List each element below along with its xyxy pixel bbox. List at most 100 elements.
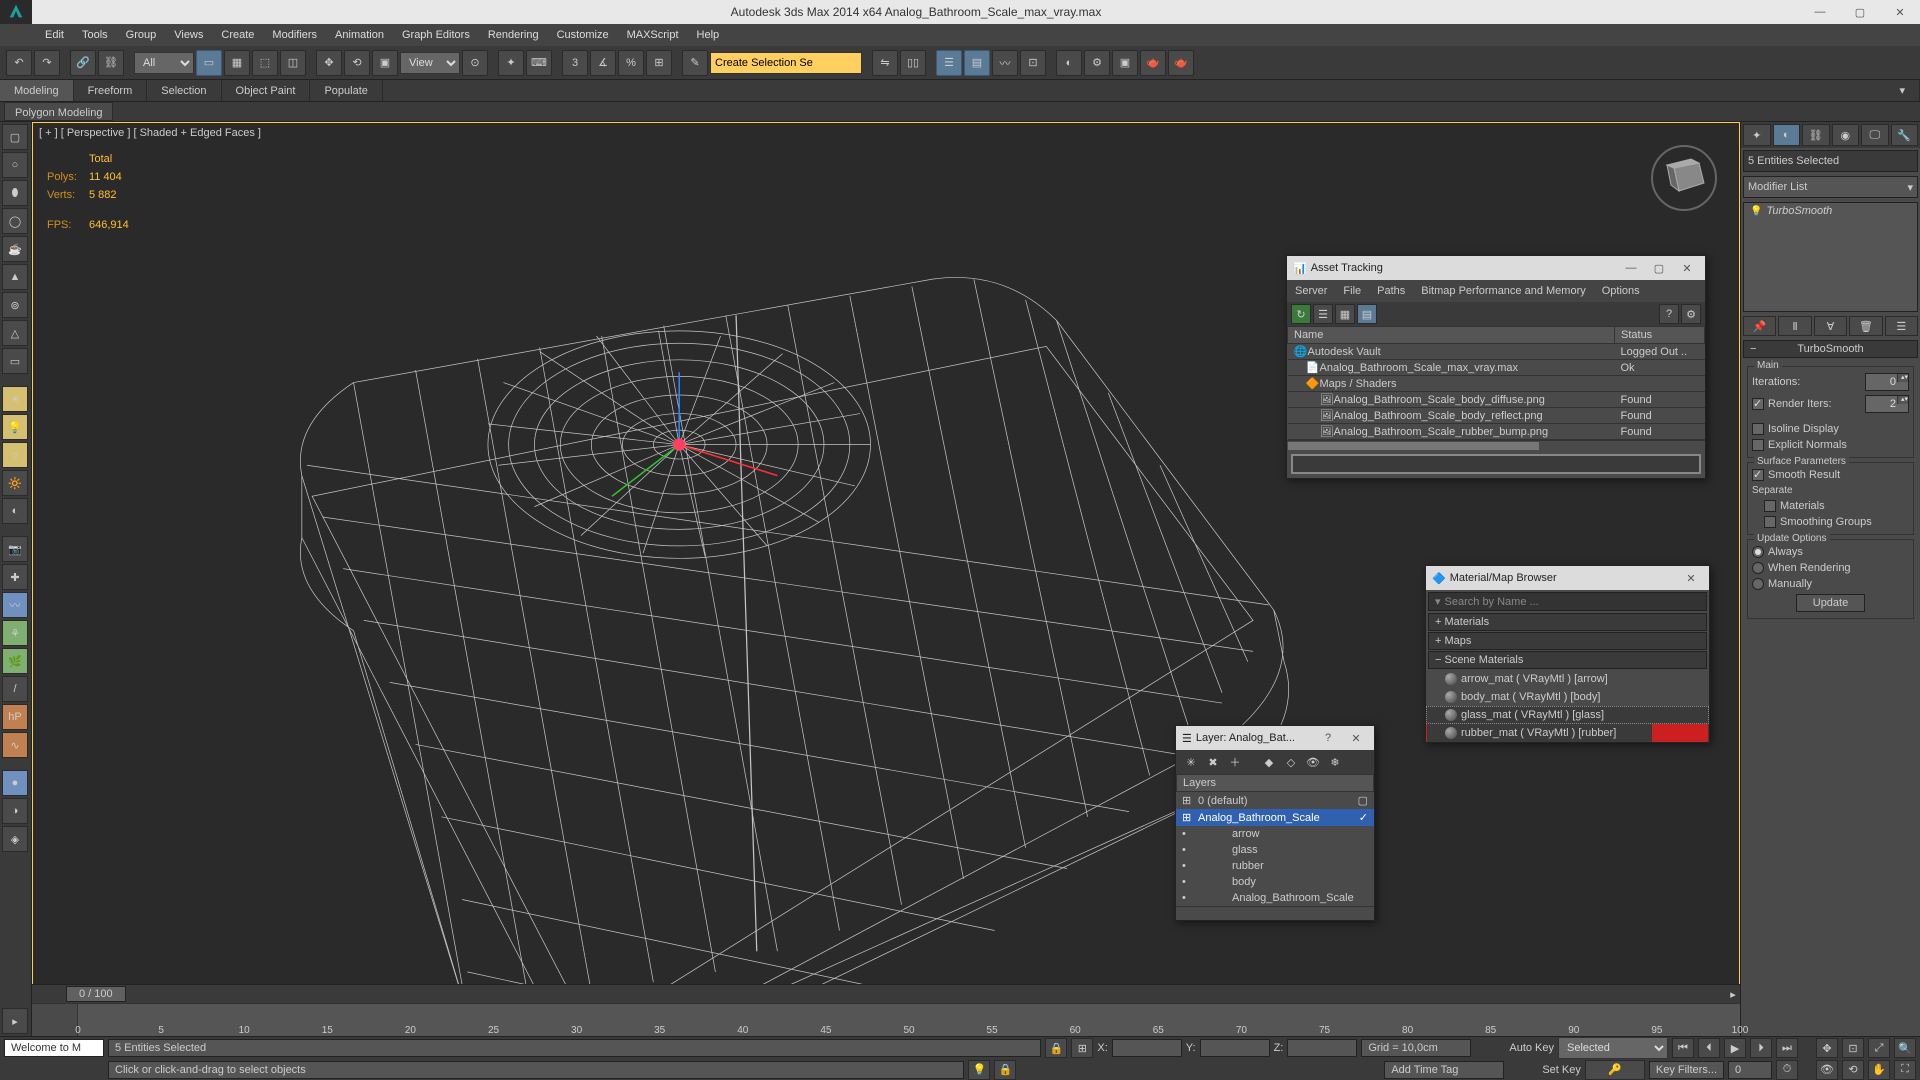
layer-close-icon[interactable]: ✕ — [1344, 732, 1368, 745]
asset-menu-paths[interactable]: Paths — [1369, 285, 1413, 297]
matb-close-icon[interactable]: ✕ — [1679, 572, 1703, 585]
asset-menu-bitmap[interactable]: Bitmap Performance and Memory — [1413, 285, 1593, 297]
app-logo[interactable] — [0, 0, 32, 24]
renderiters-spinner[interactable]: 2 — [1865, 395, 1909, 413]
manipulate-icon[interactable]: ✦ — [498, 50, 524, 76]
remove-mod-icon[interactable]: 🗑 — [1849, 316, 1882, 336]
asset-max-icon[interactable]: ▢ — [1647, 262, 1671, 275]
percent-snap-icon[interactable]: % — [618, 50, 644, 76]
asset-settings-icon[interactable]: ⚙ — [1681, 304, 1701, 324]
light-sky-icon[interactable]: 🔆 — [2, 470, 28, 496]
asset-row[interactable]: 🖼Analog_Bathroom_Scale_body_reflect.pngF… — [1288, 408, 1705, 424]
viewport-nav4-icon[interactable]: 🔍 — [1894, 1038, 1916, 1058]
viewport-nav6-icon[interactable]: ⟲ — [1842, 1060, 1864, 1080]
modifier-list-combo[interactable]: Modifier List▾ — [1743, 176, 1918, 198]
asset-tree-icon[interactable]: ☰ — [1313, 304, 1333, 324]
select-object-icon[interactable]: ▭ — [196, 50, 222, 76]
renderiters-check[interactable] — [1752, 398, 1764, 410]
ribbon-modeling[interactable]: Modeling — [0, 80, 74, 101]
unlink-icon[interactable]: ⛓ — [98, 50, 124, 76]
upd-render-radio[interactable] — [1752, 562, 1764, 574]
layer-row[interactable]: •glass — [1176, 842, 1374, 858]
menu-views[interactable]: Views — [165, 24, 212, 46]
named-sel-edit-icon[interactable]: ✎ — [682, 50, 708, 76]
layer-new-icon[interactable]: ✳ — [1182, 753, 1200, 771]
timeline[interactable]: 0 / 100 ▸ 051015202530354045505560657075… — [32, 984, 1740, 1036]
systems-icon[interactable]: ⚘ — [2, 620, 28, 646]
isoline-check[interactable] — [1752, 423, 1764, 435]
transform-z[interactable] — [1287, 1039, 1357, 1057]
minimize-icon[interactable]: — — [1800, 0, 1840, 24]
asset-row[interactable]: 📄Analog_Bathroom_Scale_max_vray.maxOk — [1288, 360, 1705, 376]
pin-stack-icon[interactable]: 📌 — [1743, 316, 1776, 336]
layer-header[interactable]: Layers — [1176, 774, 1374, 792]
upd-always-radio[interactable] — [1752, 546, 1764, 558]
render-icon[interactable]: 🫖 — [1140, 50, 1166, 76]
layer-row[interactable]: ⊞0 (default)▢ — [1176, 792, 1374, 809]
light-direct-icon[interactable]: ☼ — [2, 442, 28, 468]
layer-help-icon[interactable]: ? — [1316, 732, 1340, 744]
time-tag[interactable]: Add Time Tag — [1384, 1061, 1504, 1079]
material-editor-icon[interactable]: ◐ — [1056, 50, 1082, 76]
menu-create[interactable]: Create — [212, 24, 263, 46]
menu-maxscript[interactable]: MAXScript — [618, 24, 688, 46]
snap-toggle-icon[interactable]: 3 — [562, 50, 588, 76]
close-icon[interactable]: ✕ — [1880, 0, 1920, 24]
obj-sphere-icon[interactable]: ○ — [2, 152, 28, 178]
setkey-button[interactable]: 🔑 — [1585, 1060, 1645, 1080]
space-warp-icon[interactable]: 〰 — [2, 592, 28, 618]
create-tab-icon[interactable]: ✦ — [1743, 124, 1771, 146]
asset-row[interactable]: 🌐Autodesk VaultLogged Out .. — [1288, 344, 1705, 360]
viewport-nav3-icon[interactable]: ⤢ — [1868, 1038, 1890, 1058]
scale-icon[interactable]: ▣ — [372, 50, 398, 76]
ribbon-selection[interactable]: Selection — [147, 80, 221, 101]
goto-start-icon[interactable]: ⏮ — [1672, 1038, 1694, 1058]
menu-rendering[interactable]: Rendering — [479, 24, 548, 46]
show-end-icon[interactable]: Ⅱ — [1778, 316, 1811, 336]
trackbar-toggle[interactable] — [32, 1004, 78, 1036]
asset-refresh-icon[interactable]: ↻ — [1291, 304, 1311, 324]
time-ruler[interactable]: 0510152025303540455055606570758085909510… — [32, 1003, 1740, 1036]
particle-icon[interactable]: ● — [2, 770, 28, 796]
matb-materials-group[interactable]: + Materials — [1428, 613, 1707, 631]
lock-selection-icon[interactable]: 🔒 — [1045, 1038, 1067, 1058]
rollout-turbosmooth[interactable]: TurboSmooth — [1743, 340, 1918, 358]
menu-help[interactable]: Help — [688, 24, 729, 46]
transform-x[interactable] — [1112, 1039, 1182, 1057]
update-button[interactable]: Update — [1796, 594, 1865, 612]
keyfilters-button[interactable]: Key Filters... — [1649, 1061, 1724, 1079]
upd-manual-radio[interactable] — [1752, 578, 1764, 590]
layer-row[interactable]: •arrow — [1176, 826, 1374, 842]
align-icon[interactable]: ▯▯ — [900, 50, 926, 76]
menu-edit[interactable]: Edit — [36, 24, 73, 46]
nurbs-icon[interactable]: ◈ — [2, 826, 28, 852]
obj-pyramid-icon[interactable]: △ — [2, 320, 28, 346]
menu-customize[interactable]: Customize — [548, 24, 618, 46]
layers-icon[interactable]: ☰ — [936, 50, 962, 76]
asset-menu-file[interactable]: File — [1335, 285, 1369, 297]
modifier-stack[interactable]: TurboSmooth — [1743, 202, 1918, 312]
layer-addsel-icon[interactable]: ＋ — [1226, 753, 1244, 771]
light-area-icon[interactable]: ◐ — [2, 498, 28, 524]
asset-table[interactable]: NameStatus 🌐Autodesk VaultLogged Out ..📄… — [1287, 326, 1705, 440]
smooth-check[interactable] — [1752, 469, 1764, 481]
transform-y[interactable] — [1200, 1039, 1270, 1057]
layer-delete-icon[interactable]: ✖ — [1204, 753, 1222, 771]
render-prod-icon[interactable]: 🫖 — [1168, 50, 1194, 76]
obj-tube-icon[interactable]: ⊚ — [2, 292, 28, 318]
asset-highlight-icon[interactable]: ▤ — [1357, 304, 1377, 324]
camera-icon[interactable]: 📷 — [2, 536, 28, 562]
time-slider-handle[interactable]: 0 / 100 — [66, 986, 126, 1002]
obj-cyl-icon[interactable]: ⬮ — [2, 180, 28, 206]
time-config-icon[interactable]: ⏱ — [1776, 1060, 1798, 1080]
ribbon-populate[interactable]: Populate — [310, 80, 382, 101]
prev-frame-icon[interactable]: ⏴ — [1698, 1038, 1720, 1058]
mirror-icon[interactable]: ⇋ — [872, 50, 898, 76]
asset-menu-server[interactable]: Server — [1287, 285, 1335, 297]
layer-row[interactable]: ⊞Analog_Bathroom_Scale✓ — [1176, 809, 1374, 826]
iterations-spinner[interactable]: 0 — [1865, 373, 1909, 391]
angle-snap-icon[interactable]: ∡ — [590, 50, 616, 76]
matb-maps-group[interactable]: + Maps — [1428, 632, 1707, 650]
configure-icon[interactable]: ☰ — [1885, 316, 1918, 336]
goto-end-icon[interactable]: ⏭ — [1776, 1038, 1798, 1058]
